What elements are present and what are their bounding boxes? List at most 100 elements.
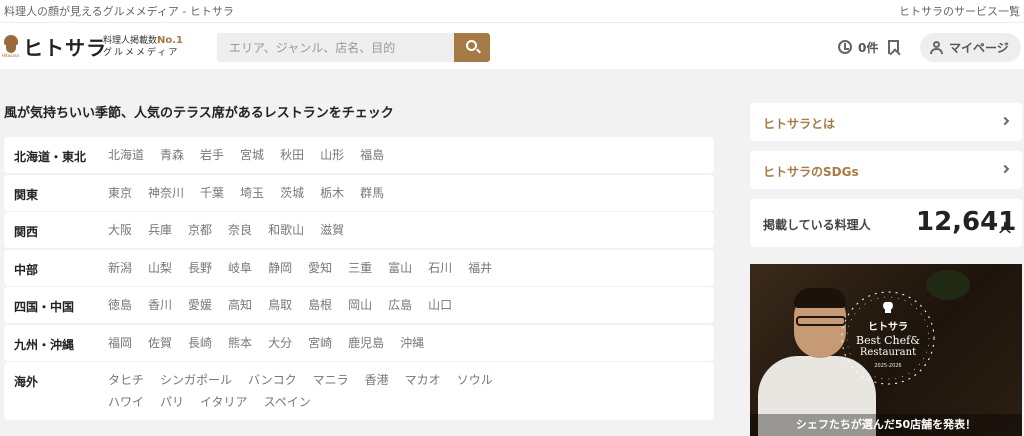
- sdgs-link-label: ヒトサラのSDGs: [763, 165, 859, 179]
- prefecture-link[interactable]: 宮崎: [308, 332, 332, 354]
- prefecture-link[interactable]: 茨城: [280, 182, 304, 204]
- prefecture-list: 北海道 青森 岩手 宮城 秋田 山形 福島: [108, 144, 548, 166]
- prefecture-link[interactable]: 栃木: [320, 182, 344, 204]
- badge-year: 2025-2026: [874, 363, 902, 369]
- mypage-label: マイページ: [949, 41, 1009, 55]
- region-name: 関東: [14, 187, 39, 202]
- prefecture-link[interactable]: タヒチ: [108, 369, 144, 391]
- prefecture-link[interactable]: 東京: [108, 182, 132, 204]
- prefecture-link[interactable]: 京都: [188, 219, 212, 241]
- award-badge: ヒトサラ Best Chef& Restaurant 2025-2026: [838, 288, 938, 388]
- prefecture-link[interactable]: 佐賀: [148, 332, 172, 354]
- prefecture-link[interactable]: 福岡: [108, 332, 132, 354]
- prefecture-link[interactable]: 岡山: [348, 294, 372, 316]
- chevron-right-icon: [1000, 164, 1010, 174]
- prefecture-link[interactable]: バンコク: [248, 369, 297, 391]
- region-name: 四国・中国: [14, 300, 75, 314]
- banner-caption: シェフたちが選んだ50店舗を発表！: [750, 414, 1022, 436]
- about-link[interactable]: ヒトサラとは: [750, 103, 1022, 141]
- site-header: Hitosara ヒトサラ 料理人掲載数No.1 グルメメディア 0件 マイペー…: [0, 22, 1024, 69]
- prefecture-link[interactable]: 沖縄: [400, 332, 424, 354]
- prefecture-link[interactable]: 広島: [388, 294, 412, 316]
- prefecture-link[interactable]: シンガポール: [160, 369, 232, 391]
- prefecture-link[interactable]: 鹿児島: [348, 332, 384, 354]
- catch-line2: グルメメディア: [103, 48, 180, 58]
- top-bar: 料理人の顔が見えるグルメメディア - ヒトサラ ヒトサラのサービス一覧: [0, 0, 1024, 22]
- prefecture-link[interactable]: 兵庫: [148, 219, 172, 241]
- prefecture-link[interactable]: 山形: [320, 144, 344, 166]
- prefecture-link[interactable]: スペイン: [264, 391, 311, 413]
- search-input[interactable]: [217, 33, 454, 62]
- prefecture-link[interactable]: イタリア: [200, 391, 248, 413]
- best-chef-banner[interactable]: ヒトサラ Best Chef& Restaurant 2025-2026 シェフ…: [750, 264, 1022, 436]
- site-logo[interactable]: Hitosara ヒトサラ: [2, 33, 107, 60]
- prefecture-link[interactable]: 香川: [148, 294, 172, 316]
- prefecture-link[interactable]: 新潟: [108, 257, 132, 279]
- prefecture-link[interactable]: 群馬: [360, 182, 384, 204]
- prefecture-link[interactable]: 大阪: [108, 219, 132, 241]
- prefecture-link[interactable]: 長崎: [188, 332, 212, 354]
- prefecture-link[interactable]: 静岡: [268, 257, 292, 279]
- site-tagline: 料理人の顔が見えるグルメメディア - ヒトサラ: [4, 5, 234, 18]
- prefecture-link[interactable]: 鳥取: [268, 294, 292, 316]
- mypage-button[interactable]: マイページ: [920, 33, 1021, 62]
- region-name: 北海道・東北: [14, 150, 87, 164]
- prefecture-link[interactable]: 愛知: [308, 257, 332, 279]
- prefecture-link[interactable]: 和歌山: [268, 219, 304, 241]
- prefecture-link[interactable]: 福井: [468, 257, 492, 279]
- prefecture-link[interactable]: 徳島: [108, 294, 132, 316]
- search-button[interactable]: [454, 33, 490, 62]
- prefecture-link[interactable]: 長野: [188, 257, 212, 279]
- services-link[interactable]: ヒトサラのサービス一覧: [899, 3, 1020, 19]
- prefecture-link[interactable]: 石川: [428, 257, 452, 279]
- region-name: 関西: [14, 225, 39, 239]
- chef-hat-icon: [883, 301, 893, 313]
- prefecture-link[interactable]: 三重: [348, 257, 372, 279]
- prefecture-link[interactable]: 福島: [360, 144, 384, 166]
- prefecture-link[interactable]: 香港: [365, 369, 389, 391]
- prefecture-link[interactable]: マニラ: [313, 369, 349, 391]
- region-row: 中部 新潟 山梨 長野 岐阜 静岡 愛知 三重 富山 石川 福井: [4, 249, 714, 286]
- prefecture-link[interactable]: ハワイ: [108, 391, 144, 413]
- region-row: 四国・中国 徳島 香川 愛媛 高知 鳥取 島根 岡山 広島 山口: [4, 287, 714, 323]
- prefecture-link[interactable]: パリ: [160, 391, 184, 413]
- prefecture-link[interactable]: 大分: [268, 332, 292, 354]
- prefecture-list: 新潟 山梨 長野 岐阜 静岡 愛知 三重 富山 石川 福井: [108, 257, 548, 279]
- search-box: [217, 33, 490, 62]
- badge-title-1: Best Chef&: [855, 334, 921, 347]
- prefecture-link[interactable]: 島根: [308, 294, 332, 316]
- prefecture-link[interactable]: 熊本: [228, 332, 252, 354]
- badge-logo: ヒトサラ: [868, 322, 908, 333]
- prefecture-link[interactable]: 岐阜: [228, 257, 252, 279]
- prefecture-link[interactable]: 青森: [160, 144, 184, 166]
- prefecture-list: 東京 神奈川 千葉 埼玉 茨城 栃木 群馬: [108, 182, 548, 204]
- prefecture-link[interactable]: 埼玉: [240, 182, 264, 204]
- prefecture-link[interactable]: 千葉: [200, 182, 224, 204]
- bookmark-icon[interactable]: [888, 40, 900, 54]
- region-row: 九州・沖縄 福岡 佐賀 長崎 熊本 大分 宮崎 鹿児島 沖縄: [4, 324, 714, 361]
- prefecture-link[interactable]: 神奈川: [148, 182, 184, 204]
- prefecture-link[interactable]: マカオ: [405, 369, 441, 391]
- region-name: 中部: [14, 262, 39, 277]
- prefecture-link[interactable]: 高知: [228, 294, 252, 316]
- prefecture-link[interactable]: 山梨: [148, 257, 172, 279]
- prefecture-link[interactable]: 宮城: [240, 144, 264, 166]
- prefecture-link[interactable]: 北海道: [108, 144, 144, 166]
- region-name: 九州・沖縄: [14, 337, 75, 352]
- catch-no1: No.1: [157, 35, 184, 46]
- region-list: 北海道・東北 北海道 青森 岩手 宮城 秋田 山形 福島関東 東京 神奈川 千葉 埼玉 茨城 栃木 群馬関西…: [4, 137, 714, 422]
- logo-text: ヒトサラ: [23, 35, 107, 60]
- prefecture-link[interactable]: 滋賀: [320, 219, 344, 241]
- region-name: 海外: [14, 375, 39, 389]
- prefecture-link[interactable]: 秋田: [280, 144, 304, 166]
- prefecture-link[interactable]: 愛媛: [188, 294, 212, 316]
- prefecture-link[interactable]: 山口: [428, 294, 452, 316]
- chevron-right-icon: [1000, 116, 1010, 126]
- sdgs-link[interactable]: ヒトサラのSDGs: [750, 151, 1022, 189]
- prefecture-link[interactable]: 奈良: [228, 219, 252, 241]
- prefecture-link[interactable]: 岩手: [200, 144, 224, 166]
- history-bookmark[interactable]: 0件: [838, 37, 900, 57]
- prefecture-link[interactable]: 富山: [388, 257, 412, 279]
- prefecture-list: 福岡 佐賀 長崎 熊本 大分 宮崎 鹿児島 沖縄: [108, 332, 548, 354]
- prefecture-link[interactable]: ソウル: [457, 369, 493, 391]
